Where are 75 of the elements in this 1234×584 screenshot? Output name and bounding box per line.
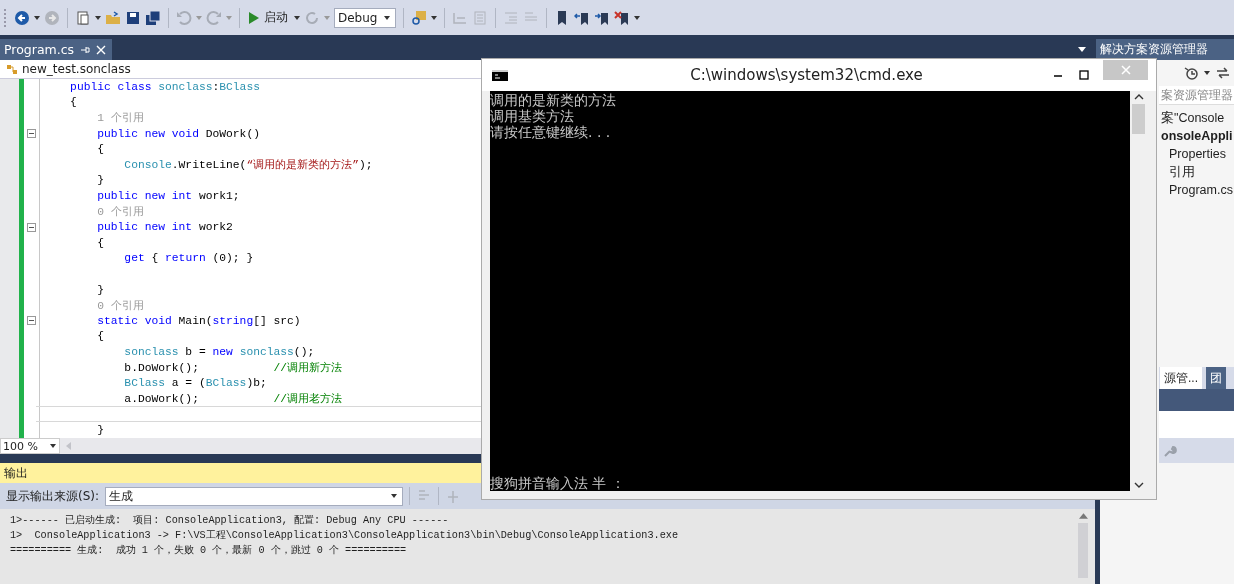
output-line: ========== 生成: 成功 1 个，失败 0 个，最新 0 个，跳过 0 个 ========== [10, 543, 408, 558]
search-field[interactable]: 案资源管理器 [1159, 86, 1234, 105]
scrollbar-thumb[interactable] [1132, 104, 1145, 134]
code-line: { [96, 330, 104, 343]
console-line: 请按任意键继续. . . [490, 124, 612, 140]
caret-icon[interactable] [95, 15, 101, 20]
panel-title: 解决方案资源管理器 [1096, 39, 1234, 60]
collapse-icon[interactable] [27, 316, 36, 326]
output-line: 1> ConsoleApplication3 -> F:\VS工程\ConsoleApplication3\ConsoleApplication3\bin\Debug\ConsoleApplication3.exe [10, 529, 680, 543]
window-title: C:\windows\system32\cmd.exe [689, 66, 924, 84]
caret-icon [391, 494, 398, 498]
pin-icon[interactable] [80, 44, 91, 55]
code-line: public new int work1; [96, 189, 240, 202]
scrollbar[interactable] [1077, 513, 1089, 578]
caret-icon[interactable] [1078, 47, 1086, 52]
tree-item[interactable]: Properties [1159, 145, 1226, 163]
code-line: get { return (0); } [123, 252, 254, 265]
console-line: 调用基类方法 [490, 108, 575, 124]
tree-item[interactable]: Program.cs [1159, 181, 1233, 199]
start-button[interactable]: 启动 [247, 7, 290, 28]
configuration-dropdown[interactable]: Debug [334, 7, 396, 28]
code-line: } [96, 283, 104, 296]
save-all-icon[interactable] [145, 9, 161, 26]
new-project-icon[interactable] [75, 9, 91, 26]
caret-icon [384, 15, 390, 20]
class-icon [5, 62, 19, 76]
output-source-dropdown[interactable]: 生成 [105, 486, 404, 506]
caret-icon[interactable] [634, 15, 640, 20]
collapse-icon[interactable] [27, 129, 36, 139]
document-tab[interactable]: Program.cs [0, 39, 113, 60]
play-icon [249, 11, 259, 24]
console-line: 调用的是新类的方法 [490, 92, 617, 108]
history-icon[interactable] [1183, 65, 1199, 81]
close-icon [1120, 65, 1131, 75]
maximize-icon[interactable] [1079, 70, 1089, 80]
console-icon [492, 69, 508, 81]
code-line: } [96, 423, 104, 436]
code-line: 0 个引用 [96, 205, 144, 220]
code-line: { [96, 143, 104, 156]
tree-item[interactable]: 引用 [1159, 163, 1195, 181]
clear-bookmarks-icon[interactable] [614, 9, 630, 26]
code-line: public new void DoWork() [96, 127, 260, 140]
caret-icon[interactable] [34, 15, 40, 20]
zoom-dropdown[interactable]: 100 % [0, 438, 60, 454]
source-label: 显示输出来源(S): [6, 487, 100, 505]
tree-item[interactable]: onsoleAppli [1159, 127, 1233, 145]
caret-icon [50, 444, 56, 448]
code-line: b.DoWork(); //调用新方法 [123, 361, 343, 375]
code-line: 1 个引用 [96, 111, 144, 126]
output-line: 1>------ 已启动生成: 项目: ConsoleApplication3, 配置: Debug Any CPU ------ [10, 513, 450, 528]
panel-tab[interactable]: 源管... [1160, 367, 1202, 389]
code-line: Console.WriteLine(“调用的是新类的方法”); [123, 158, 373, 173]
code-line: } [96, 174, 104, 187]
scroll-down-icon[interactable] [1133, 482, 1144, 488]
code-line: public class sonclass:BClass [69, 80, 260, 93]
save-icon[interactable] [125, 9, 141, 26]
code-line: a.DoWork(); //调用老方法 [123, 392, 343, 407]
sync-icon[interactable] [1215, 65, 1231, 81]
back-icon[interactable] [14, 9, 30, 26]
code-line: BClass a = (BClass)b; [123, 377, 267, 390]
code-line: sonclass b = new sonclass(); [123, 345, 315, 358]
scroll-up-icon[interactable] [1133, 94, 1144, 100]
caret-icon[interactable] [431, 15, 437, 20]
find-icon[interactable] [411, 9, 427, 26]
collapse-icon[interactable] [27, 222, 36, 232]
close-icon[interactable] [96, 44, 107, 55]
code-line: { [96, 236, 104, 249]
code-line: static void Main(string[] src) [96, 314, 301, 327]
code-line: public new int work2 [96, 221, 233, 234]
caret-icon[interactable] [1204, 71, 1210, 75]
tree-item[interactable]: 案"Console [1159, 109, 1225, 127]
code-line: { [69, 96, 77, 109]
caret-icon[interactable] [294, 15, 300, 20]
panel-tab[interactable]: 团 [1206, 367, 1226, 389]
code-line: 0 个引用 [96, 298, 144, 313]
